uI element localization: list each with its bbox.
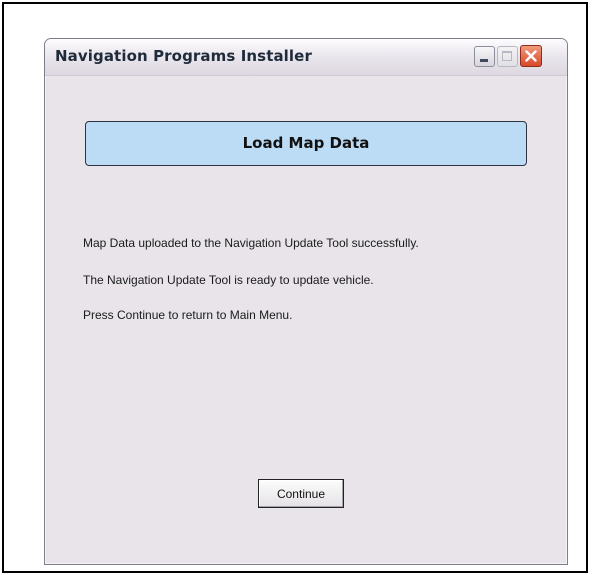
- title-bar[interactable]: Navigation Programs Installer: [45, 39, 567, 76]
- status-message-ready: The Navigation Update Tool is ready to u…: [83, 273, 374, 287]
- instruction-message: Press Continue to return to Main Menu.: [83, 308, 293, 322]
- minimize-icon: [480, 59, 488, 62]
- close-button[interactable]: [520, 45, 542, 67]
- installer-window: Navigation Programs Installer Load Map D…: [44, 38, 568, 565]
- maximize-icon: [502, 51, 512, 61]
- status-message-upload: Map Data uploaded to the Navigation Upda…: [83, 236, 419, 250]
- window-title: Navigation Programs Installer: [55, 47, 312, 65]
- minimize-button[interactable]: [474, 46, 495, 67]
- close-icon: [525, 50, 537, 62]
- maximize-button[interactable]: [497, 46, 518, 67]
- screenshot-frame: Navigation Programs Installer Load Map D…: [2, 2, 588, 573]
- continue-button[interactable]: Continue: [258, 479, 344, 508]
- section-header: Load Map Data: [85, 121, 527, 166]
